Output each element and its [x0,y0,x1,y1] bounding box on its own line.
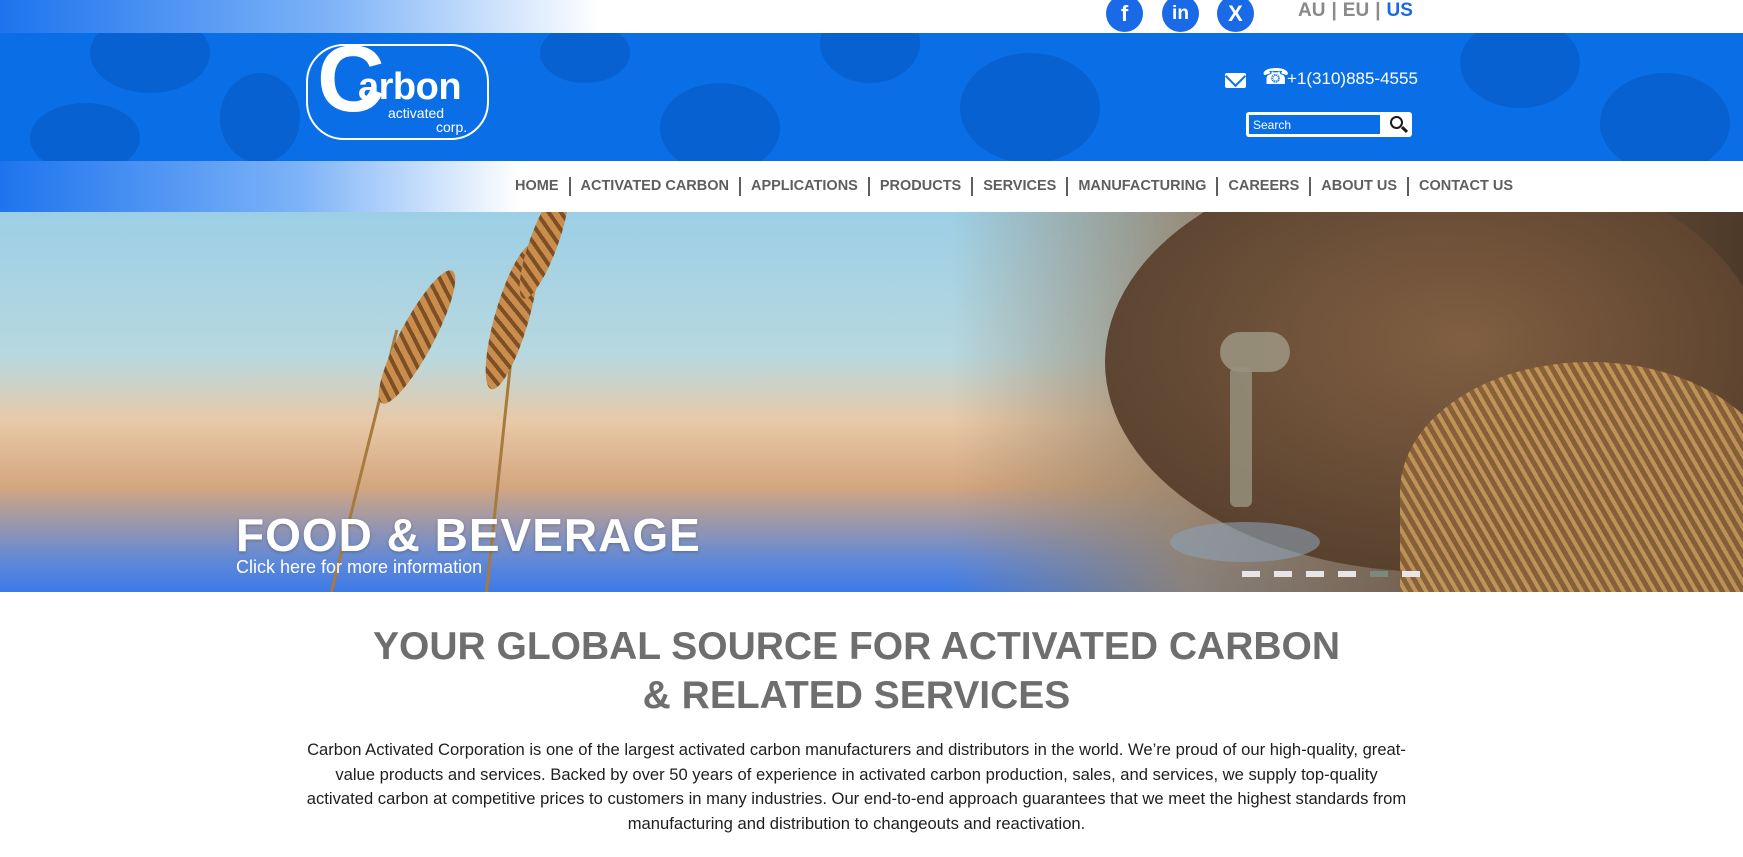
intro-paragraph: Carbon Activated Corporation is one of t… [306,740,1407,833]
linkedin-icon[interactable]: in [1162,0,1199,32]
phone-icon[interactable]: ☎ [1262,66,1289,88]
header-pattern [540,33,630,83]
tap-pipe [1220,332,1290,372]
slider-dot-active[interactable] [1370,571,1388,577]
main-nav: HOME ACTIVATED CARBON APPLICATIONS PRODU… [505,161,1523,212]
tap-spout [1230,367,1252,507]
barrel-tap-image [1170,272,1320,572]
logo-subtitle: activated [388,105,445,121]
tap-base [1170,522,1320,562]
hero-more-info-link[interactable]: Click here for more information [236,557,482,578]
logo-word: arbon [358,66,462,108]
nav-contact-us[interactable]: CONTACT US [1409,177,1523,196]
slider-dot[interactable] [1306,571,1324,577]
header-pattern [1460,33,1580,108]
header-pattern [820,33,920,83]
envelope-icon[interactable] [1225,73,1246,88]
region-eu-link[interactable]: EU [1343,0,1369,22]
main-navigation-bar: HOME ACTIVATED CARBON APPLICATIONS PRODU… [0,161,1743,212]
facebook-icon[interactable]: f [1106,0,1143,32]
hero-title: FOOD & BEVERAGE [236,509,701,561]
logo-subtitle: corp. [436,119,468,135]
hero-slider[interactable]: FOOD & BEVERAGE Click here for more info… [0,212,1743,592]
region-separator: | [1331,0,1337,21]
nav-about-us[interactable]: ABOUT US [1311,177,1410,196]
search-form [1246,112,1412,137]
phone-number-link[interactable]: +1(310)885-4555 [1287,69,1418,89]
slider-dot[interactable] [1402,571,1420,577]
nav-products[interactable]: PRODUCTS [870,177,974,196]
region-au-link[interactable]: AU [1298,0,1325,22]
wheat-ear-image [366,262,468,412]
region-separator: | [1375,0,1381,21]
slider-dot[interactable] [1242,571,1260,577]
nav-applications[interactable]: APPLICATIONS [741,177,870,196]
top-utility-bar: f in X AU | EU | US [0,0,1743,33]
headline-line-1: YOUR GLOBAL SOURCE FOR ACTIVATED CARBON [372,625,1341,668]
region-us-link[interactable]: US [1387,0,1413,22]
nav-manufacturing[interactable]: MANUFACTURING [1068,177,1219,196]
slider-dot[interactable] [1274,571,1292,577]
header-pattern [960,53,1100,161]
header-pattern [30,103,140,161]
nav-services[interactable]: SERVICES [973,177,1069,196]
region-switcher: AU | EU | US [1298,0,1413,24]
site-header: C arbon activated corp. ☎ +1(310)885-455… [0,33,1743,161]
nav-home[interactable]: HOME [505,177,571,196]
header-pattern [90,33,210,93]
header-pattern [660,83,780,161]
header-pattern [1600,73,1730,161]
slider-dot[interactable] [1338,571,1356,577]
nav-careers[interactable]: CAREERS [1218,177,1312,196]
x-twitter-icon[interactable]: X [1217,0,1254,32]
search-input[interactable] [1249,115,1380,134]
page-headline: YOUR GLOBAL SOURCE FOR ACTIVATED CARBON … [0,622,1713,720]
carbon-activated-logo[interactable]: C arbon activated corp. [306,33,489,140]
header-pattern [220,73,300,161]
slider-pagination [1242,571,1420,577]
magnifier-handle [1400,125,1409,134]
search-button[interactable] [1384,114,1410,135]
headline-line-2: & RELATED SERVICES [642,674,1071,717]
nav-activated-carbon[interactable]: ACTIVATED CARBON [571,177,741,196]
